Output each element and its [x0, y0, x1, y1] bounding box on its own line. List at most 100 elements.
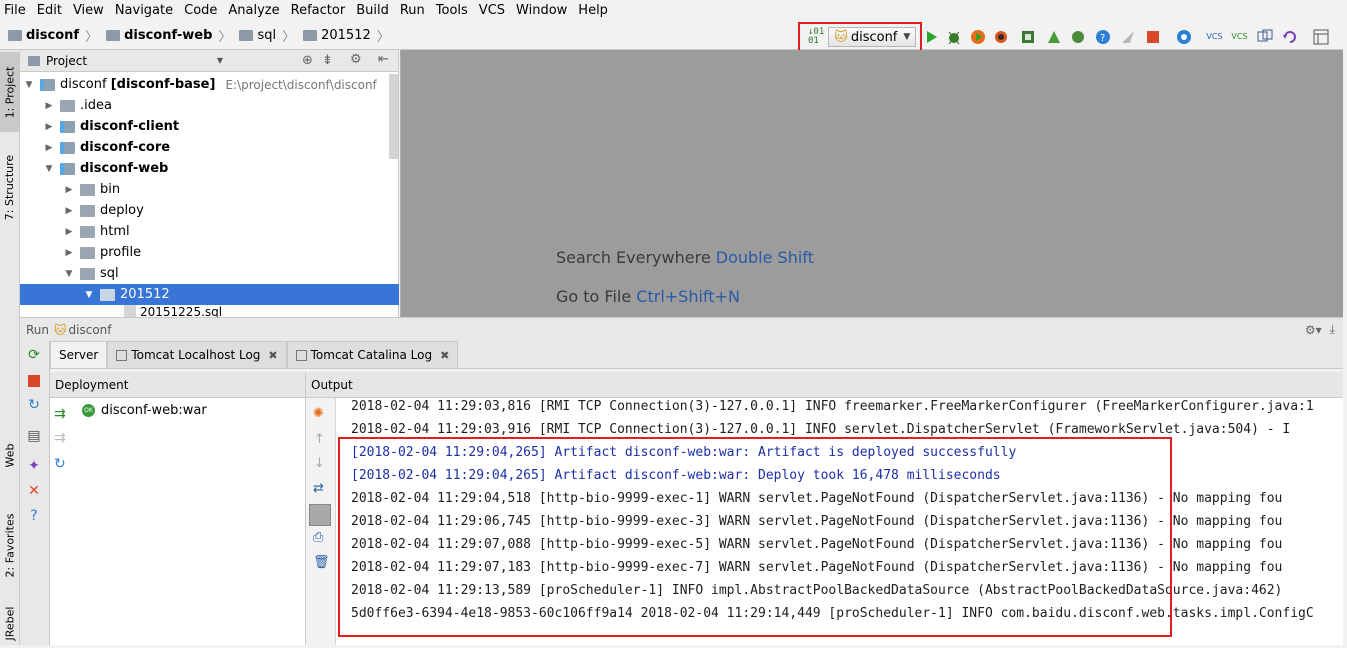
project-panel-title[interactable]: Project	[46, 54, 87, 68]
layout-icon[interactable]: ▤	[25, 427, 43, 445]
log-level-icon[interactable]: ✺	[313, 406, 324, 421]
gear-icon[interactable]: ⚙▾	[1305, 323, 1322, 337]
collapse-icon[interactable]: ⇟	[322, 53, 333, 68]
clear-all-icon[interactable]: 🗑	[313, 555, 330, 570]
scrollbar[interactable]	[389, 74, 398, 159]
tree-item-disconf-client[interactable]: ▶ disconf-client	[20, 116, 399, 137]
scroll-to-end-icon[interactable]	[309, 504, 331, 526]
tab-favorites[interactable]: 2: Favorites	[0, 500, 20, 590]
chevron-down-icon[interactable]: ▼	[217, 56, 223, 65]
hide-panel-icon[interactable]: ⇤	[378, 52, 389, 67]
run-panel-header: Run 🐱 disconf ⚙▾ ⤓	[20, 317, 1343, 341]
folder-icon	[60, 99, 75, 112]
project-structure-icon[interactable]	[1312, 28, 1329, 45]
run-tabs: Server Tomcat Localhost Log ✖ Tomcat Cata…	[50, 341, 1343, 369]
tab-jrebel[interactable]: JRebel	[0, 598, 20, 648]
undeploy-icon[interactable]: ⇉	[54, 430, 66, 446]
folder-icon	[80, 204, 95, 217]
run-icon[interactable]	[923, 28, 940, 45]
tab-web[interactable]: Web	[0, 435, 20, 475]
tab-server[interactable]: Server	[50, 341, 108, 368]
menu-tools[interactable]: Tools	[432, 0, 472, 22]
tree-item-label: profile	[100, 245, 142, 260]
tree-item-sql-file[interactable]: 20151225.sql	[20, 305, 399, 317]
scroll-up-icon[interactable]: ↑	[314, 432, 325, 447]
jrebel-run-icon[interactable]	[1045, 28, 1062, 45]
debug-icon[interactable]	[945, 28, 962, 45]
tree-item-deploy[interactable]: ▶ deploy	[20, 200, 399, 221]
tree-item-201512[interactable]: ▼ 201512	[20, 284, 399, 305]
tab-project[interactable]: 1: Project	[0, 52, 20, 132]
run-config-selector[interactable]: 🐱 disconf ▼	[828, 27, 917, 47]
help-icon[interactable]: ?	[25, 507, 43, 525]
chevron-down-icon: ▼	[903, 32, 911, 42]
menu-navigate[interactable]: Navigate	[111, 0, 177, 22]
tab-jrebel-label: JRebel	[3, 606, 17, 640]
menu-code[interactable]: Code	[180, 0, 221, 22]
print-icon[interactable]: ⎙	[313, 530, 323, 545]
update-icon[interactable]: ↻	[25, 396, 43, 414]
tree-item-html[interactable]: ▶ html	[20, 221, 399, 242]
hide-panel-icon[interactable]: ⤓	[1330, 322, 1335, 337]
attach-icon[interactable]	[1119, 28, 1136, 45]
stop-icon[interactable]	[1144, 28, 1161, 45]
profile-icon[interactable]	[992, 28, 1009, 45]
search-everywhere-hint: Search Everywhere Double Shift	[556, 248, 814, 267]
tab-tomcat-catalina-log[interactable]: Tomcat Catalina Log ✖	[286, 341, 459, 368]
tree-item-idea[interactable]: ▶ .idea	[20, 95, 399, 116]
scroll-down-icon[interactable]: ↓	[314, 456, 325, 471]
tree-item-root[interactable]: ▼ disconf [disconf-base] E:\project\disc…	[20, 74, 399, 95]
deployment-item[interactable]: OK disconf-web:war	[82, 403, 207, 418]
breadcrumb-disconf-web[interactable]: disconf-web 〉	[106, 26, 231, 45]
concurrency-icon[interactable]	[1019, 28, 1036, 45]
tab-tomcat-localhost-log[interactable]: Tomcat Localhost Log ✖	[107, 341, 287, 368]
make-project-icon[interactable]: ↓01 01	[808, 28, 824, 46]
menu-refactor[interactable]: Refactor	[287, 0, 350, 22]
redeploy-icon[interactable]: ↻	[54, 456, 66, 472]
menu-analyze[interactable]: Analyze	[224, 0, 283, 22]
rerun-icon[interactable]: ⟳	[25, 346, 43, 364]
stop-icon[interactable]	[25, 372, 43, 390]
log-icon	[295, 349, 307, 361]
jrebel-icon[interactable]: ✦	[25, 457, 43, 475]
menu-view[interactable]: View	[69, 0, 108, 22]
close-icon[interactable]: ✖	[440, 349, 449, 362]
breadcrumb-201512[interactable]: 201512 〉	[303, 26, 390, 45]
vcs-commit-icon[interactable]: VCS	[1231, 28, 1248, 45]
close-icon[interactable]: ✕	[25, 482, 43, 500]
menu-run[interactable]: Run	[396, 0, 429, 22]
breadcrumb-sql[interactable]: sql 〉	[239, 26, 295, 45]
menu-window[interactable]: Window	[512, 0, 571, 22]
soft-wrap-icon[interactable]: ⇄	[313, 481, 324, 496]
tree-item-bin[interactable]: ▶ bin	[20, 179, 399, 200]
help-icon[interactable]: ?	[1094, 28, 1111, 45]
expanded-arrow-icon: ▼	[45, 163, 53, 174]
gear-icon[interactable]: ⚙	[350, 52, 362, 67]
run-coverage-icon[interactable]	[969, 28, 986, 45]
deploy-icon[interactable]: ⇉	[54, 406, 66, 422]
menu-build[interactable]: Build	[352, 0, 393, 22]
editor-area: Search Everywhere Double Shift Go to Fil…	[400, 50, 1343, 317]
search-help-icon[interactable]	[1175, 28, 1192, 45]
tree-item-sql[interactable]: ▼ sql	[20, 263, 399, 284]
deployment-header-label: Deployment	[55, 377, 129, 392]
menu-help[interactable]: Help	[574, 0, 612, 22]
close-icon[interactable]: ✖	[268, 349, 277, 362]
compare-icon[interactable]	[1256, 28, 1273, 45]
collapsed-arrow-icon: ▶	[45, 100, 53, 111]
menu-edit[interactable]: Edit	[33, 0, 66, 22]
tree-item-disconf-web[interactable]: ▼ disconf-web	[20, 158, 399, 179]
breadcrumb-label: sql	[257, 28, 277, 43]
output-header: Output	[306, 372, 1343, 398]
breadcrumb-disconf[interactable]: disconf 〉	[8, 26, 98, 45]
jrebel-debug-icon[interactable]	[1069, 28, 1086, 45]
menu-file[interactable]: File	[0, 0, 30, 22]
module-folder-icon	[106, 30, 121, 41]
tab-structure[interactable]: 7: Structure	[0, 142, 20, 232]
revert-icon[interactable]	[1281, 28, 1298, 45]
tree-item-profile[interactable]: ▶ profile	[20, 242, 399, 263]
tree-item-disconf-core[interactable]: ▶ disconf-core	[20, 137, 399, 158]
locate-icon[interactable]: ⊕	[302, 53, 313, 68]
vcs-update-icon[interactable]: VCS	[1206, 28, 1223, 45]
menu-vcs[interactable]: VCS	[475, 0, 509, 22]
